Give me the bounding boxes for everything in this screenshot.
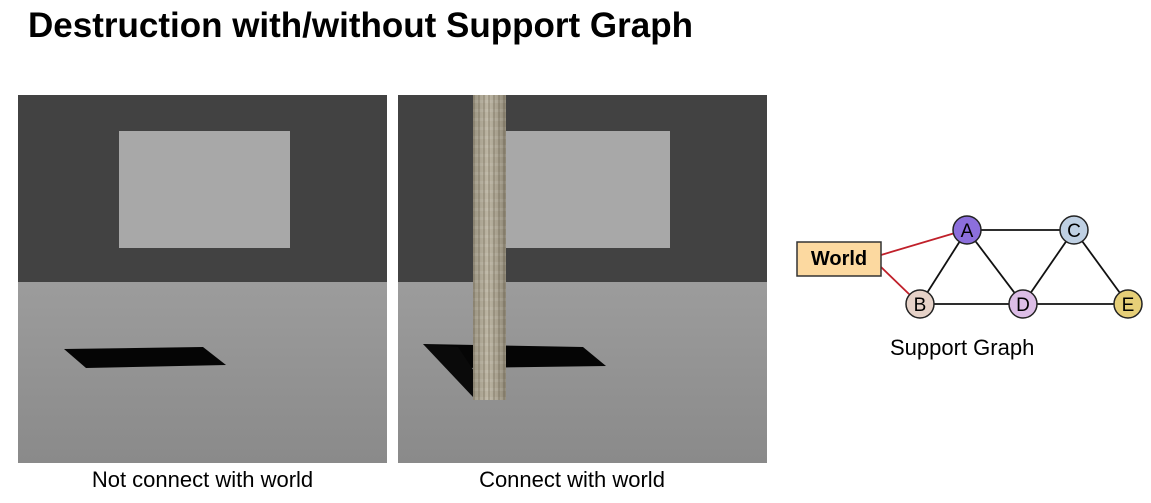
caption-not-connected: Not connect with world: [91, 467, 314, 492]
node-d: D: [1008, 289, 1038, 319]
slide-title: Destruction with/without Support Graph: [28, 6, 693, 45]
node-a-label: A: [961, 221, 974, 242]
node-b-label: B: [914, 295, 927, 316]
caption-connected: Connect with world: [479, 467, 665, 492]
wooden-pillar: [473, 95, 506, 400]
scene-connected: [398, 95, 767, 463]
node-d-label: D: [1016, 295, 1030, 316]
support-graph-caption: Support Graph: [890, 335, 1035, 360]
slab-shadow: [423, 344, 606, 397]
world-links: [880, 232, 956, 296]
slab-shadow: [64, 347, 226, 368]
world-label: World: [811, 248, 867, 270]
edge-world-b: [880, 266, 911, 296]
node-b: B: [905, 289, 935, 319]
node-e-label: E: [1122, 295, 1135, 316]
edge-world-a: [880, 232, 956, 256]
node-c: C: [1059, 215, 1089, 245]
node-a: A: [952, 215, 982, 245]
node-e: E: [1113, 289, 1143, 319]
node-c-label: C: [1067, 221, 1081, 242]
support-graph: World A B C D E: [796, 215, 1143, 319]
scene-not-connected: [18, 95, 387, 463]
